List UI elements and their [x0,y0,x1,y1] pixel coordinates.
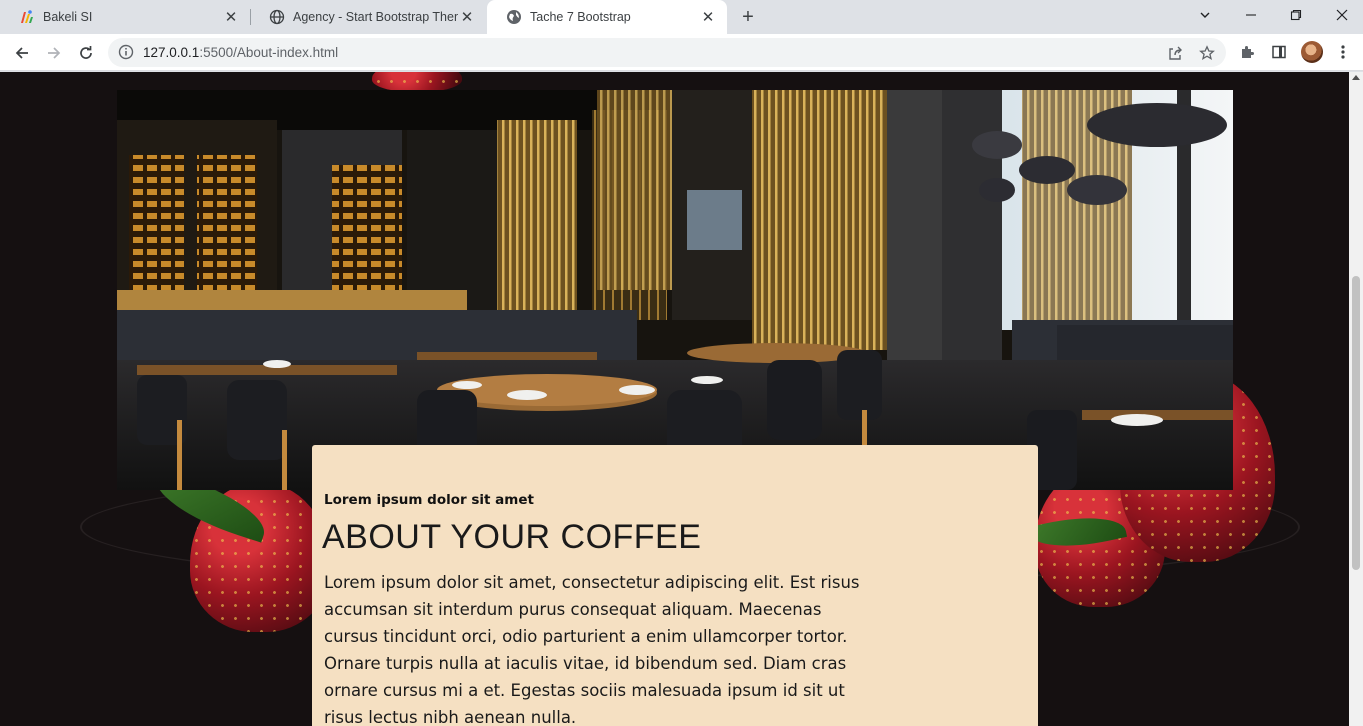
bakeli-logo-icon [18,9,35,26]
tab-search-icon[interactable] [1182,0,1228,30]
tab-strip: Bakeli SI ✕ Agency - Start Bootstrap The… [0,0,1363,34]
forward-button[interactable] [40,39,68,67]
share-icon[interactable] [1166,44,1184,62]
globe-icon [505,9,522,26]
extensions-icon[interactable] [1237,42,1257,62]
globe-icon [268,9,285,26]
page-scrollbar[interactable] [1349,72,1363,726]
tab-title: Bakeli SI [43,10,93,24]
strawberry-decoration [372,72,462,92]
scrollbar-thumb[interactable] [1352,276,1360,570]
tab-agency[interactable]: Agency - Start Bootstrap Theme ✕ [250,0,486,34]
about-card: Lorem ipsum dolor sit amet ABOUT YOUR CO… [312,445,1038,726]
tab-bakeli[interactable]: Bakeli SI ✕ [0,0,250,34]
url-text[interactable]: 127.0.0.1:5500/About-index.html [143,45,338,60]
about-heading: ABOUT YOUR COFFEE [322,518,702,556]
profile-avatar[interactable] [1301,41,1323,63]
scroll-up-arrow-icon[interactable] [1352,75,1360,80]
browser-toolbar: 127.0.0.1:5500/About-index.html [0,34,1363,71]
restaurant-hero-image [117,90,1233,490]
about-body-text: Lorem ipsum dolor sit amet, consectetur … [324,573,860,726]
menu-kebab-icon[interactable] [1333,42,1353,62]
tab-title: Agency - Start Bootstrap Theme [293,10,458,24]
tab-tache7[interactable]: Tache 7 Bootstrap ✕ [487,0,727,34]
new-tab-button[interactable]: + [736,5,760,29]
url-host: 127.0.0.1 [143,45,200,60]
close-tab-icon[interactable]: ✕ [699,8,717,26]
bookmark-star-icon[interactable] [1198,44,1216,62]
site-info-icon[interactable] [118,44,134,60]
side-panel-icon[interactable] [1269,42,1289,62]
address-bar[interactable]: 127.0.0.1:5500/About-index.html [108,38,1226,67]
back-button[interactable] [8,39,36,67]
close-window-icon[interactable] [1319,0,1363,30]
reload-button[interactable] [72,39,100,67]
about-subtitle: Lorem ipsum dolor sit amet [324,492,534,508]
close-tab-icon[interactable]: ✕ [458,8,476,26]
restore-icon[interactable] [1273,0,1319,30]
close-tab-icon[interactable]: ✕ [222,8,240,26]
page-viewport: Lorem ipsum dolor sit amet ABOUT YOUR CO… [0,72,1349,726]
minimize-icon[interactable] [1228,0,1274,30]
tab-title: Tache 7 Bootstrap [530,10,631,24]
url-path: :5500/About-index.html [199,45,339,60]
